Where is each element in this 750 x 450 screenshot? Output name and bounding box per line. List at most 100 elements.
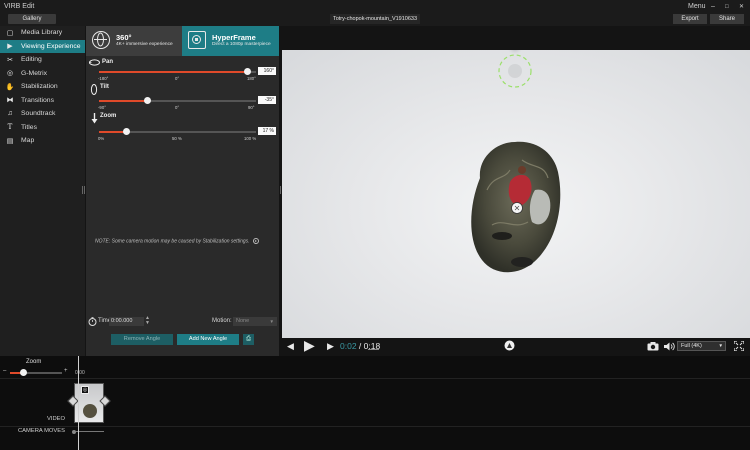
note-text: NOTE: Some camera motion may be caused b… — [95, 238, 250, 245]
camera-move-bar — [76, 431, 104, 432]
sidebar-splitter-handle[interactable] — [82, 186, 85, 194]
virb-edit-window: VIRB Edit Menu – □ ✕ Gallery Totry-chopo… — [0, 0, 750, 450]
sidebar: ▢ Media Library ▶ Viewing Experience ✂ Edit… — [0, 26, 85, 356]
zoom-tick-max: 100 % — [244, 136, 257, 141]
zoom-slider-thumb[interactable] — [122, 128, 130, 135]
tiny-planet-image — [471, 50, 561, 273]
pan-tick-min: -180° — [98, 76, 109, 81]
minimize-icon[interactable]: – — [711, 0, 715, 13]
pan-slider[interactable] — [99, 68, 256, 75]
tilt-icon — [90, 84, 98, 95]
tab-360[interactable]: 360° 4K+ immersive experience — [86, 26, 182, 56]
sidebar-item-label: G-Metrix — [21, 69, 48, 77]
time-separator: / — [356, 341, 364, 351]
zoom-value-field[interactable]: 17 % — [258, 127, 276, 135]
pan-value-field[interactable]: 160° — [258, 67, 276, 75]
hyperframe-pan-icon[interactable] — [504, 340, 515, 351]
zoom-tick-mid: 50 % — [172, 136, 182, 141]
tilt-tick-max: 90° — [248, 105, 255, 110]
sidebar-item-label: Map — [21, 137, 35, 145]
app-title: VIRB Edit — [4, 3, 35, 10]
zoom-out-icon[interactable]: – — [3, 368, 6, 374]
tilt-tick-mid: 0° — [175, 105, 180, 110]
zoom-slider[interactable] — [99, 128, 256, 135]
video-viewer: ◀ ▶ ▶ — [280, 26, 750, 356]
tilt-slider[interactable] — [99, 97, 256, 104]
sidebar-item-viewing-experience[interactable]: ▶ Viewing Experience — [0, 39, 85, 53]
pan-slider-thumb[interactable] — [244, 68, 252, 75]
menu-button[interactable]: Menu — [688, 0, 706, 13]
sidebar-item-map[interactable]: ▤ Map — [0, 134, 85, 148]
motion-select-value: None — [236, 318, 250, 324]
time-input[interactable]: 0:00.000 — [109, 317, 144, 326]
sidebar-item-label: Stabilization — [21, 83, 58, 91]
video-frame[interactable] — [282, 50, 750, 338]
zoom-in-icon[interactable]: + — [64, 368, 68, 374]
timeline: Zoom – + 0:00 ◎ VIDEO CAMERA MOVES — [0, 356, 750, 450]
close-icon[interactable]: ✕ — [739, 0, 744, 13]
music-note-icon: ♫ — [7, 110, 13, 118]
maximize-icon[interactable]: □ — [725, 0, 729, 13]
pan-slider-fill — [99, 71, 248, 73]
clip-preview-image — [83, 404, 97, 418]
viewing-experience-panel: 360° 4K+ immersive experience HyperFrame… — [86, 26, 279, 356]
remove-angle-button[interactable]: Remove Angle — [111, 334, 173, 345]
stabilization-note: NOTE: Some camera motion may be caused b… — [95, 238, 259, 244]
gmetrix-icon: ◎ — [6, 70, 14, 78]
total-time: 0:18 — [363, 341, 381, 351]
play-button[interactable]: ▶ — [304, 337, 315, 354]
chevron-down-icon: ▼ — [718, 343, 723, 348]
gallery-button[interactable]: Gallery — [8, 14, 56, 24]
sidebar-item-label: Transitions — [21, 96, 54, 104]
sidebar-item-g-metrix[interactable]: ◎ G-Metrix — [0, 67, 85, 81]
export-button[interactable]: Export — [673, 14, 707, 24]
pan-icon — [89, 59, 100, 66]
sidebar-item-stabilization[interactable]: ✋ Stabilization — [0, 80, 85, 94]
tilt-tick-min: -90° — [98, 105, 106, 110]
stopwatch-icon — [88, 317, 97, 326]
title-bar: VIRB Edit Menu – □ ✕ — [0, 0, 750, 13]
360-clip-icon: ◎ — [81, 386, 89, 394]
sidebar-item-label: Soundtrack — [21, 110, 56, 118]
playback-time: 0:02 / 0:18 — [340, 341, 380, 351]
play-circle-icon[interactable] — [252, 238, 259, 244]
sidebar-item-transitions[interactable]: ⧓ Transitions — [0, 94, 85, 108]
zoom-label: Zoom — [100, 113, 117, 119]
sidebar-item-editing[interactable]: ✂ Editing — [0, 53, 85, 67]
video-track-label: VIDEO — [47, 416, 66, 422]
timeline-zoom-slider-thumb[interactable] — [20, 369, 27, 376]
previous-frame-button[interactable]: ◀ — [287, 341, 294, 352]
tab-hyperframe-title: HyperFrame — [212, 33, 256, 42]
sidebar-item-label: Viewing Experience — [21, 42, 81, 50]
map-icon: ▤ — [6, 137, 14, 145]
tilt-slider-thumb[interactable] — [144, 97, 152, 104]
timeline-divider — [0, 426, 750, 427]
timeline-zoom-slider[interactable] — [10, 369, 62, 376]
quality-select[interactable]: Full (4K) ▼ — [677, 341, 726, 351]
camera-moves-track-label: CAMERA MOVES — [18, 428, 66, 434]
add-new-angle-button[interactable]: Add New Angle — [177, 334, 239, 345]
tab-360-subtitle: 4K+ immersive experience — [116, 42, 173, 47]
time-stepper[interactable]: ▲ ▼ — [145, 316, 150, 326]
zoom-slider-fill — [99, 131, 126, 133]
sidebar-item-media-library[interactable]: ▢ Media Library — [0, 26, 85, 40]
volume-icon[interactable] — [664, 342, 675, 351]
motion-label: Motion: — [212, 318, 232, 324]
motion-select[interactable]: None ▼ — [233, 317, 277, 326]
tilt-value-field[interactable]: -35° — [258, 96, 276, 104]
sidebar-item-titles[interactable]: T Titles — [0, 121, 85, 135]
share-button[interactable]: Share — [710, 14, 744, 24]
snapshot-camera-icon[interactable] — [647, 342, 659, 351]
fullscreen-icon[interactable] — [734, 341, 744, 351]
camera-angle-icon[interactable]: ⎙ — [243, 334, 254, 345]
sidebar-item-soundtrack[interactable]: ♫ Soundtrack — [0, 107, 85, 121]
playhead[interactable] — [78, 356, 79, 450]
time-ruler-label: 0:00 — [75, 370, 85, 376]
next-frame-button[interactable]: ▶ — [327, 341, 334, 352]
tilt-label: Tilt — [100, 84, 109, 90]
sidebar-item-label: Media Library — [21, 29, 63, 37]
titles-icon: T — [7, 123, 13, 132]
tab-hyperframe[interactable]: HyperFrame Direct a 1080p masterpiece — [182, 26, 279, 56]
timeline-divider — [0, 378, 750, 379]
file-name: Totry-chopok-mountain_V1910633 — [330, 14, 420, 24]
